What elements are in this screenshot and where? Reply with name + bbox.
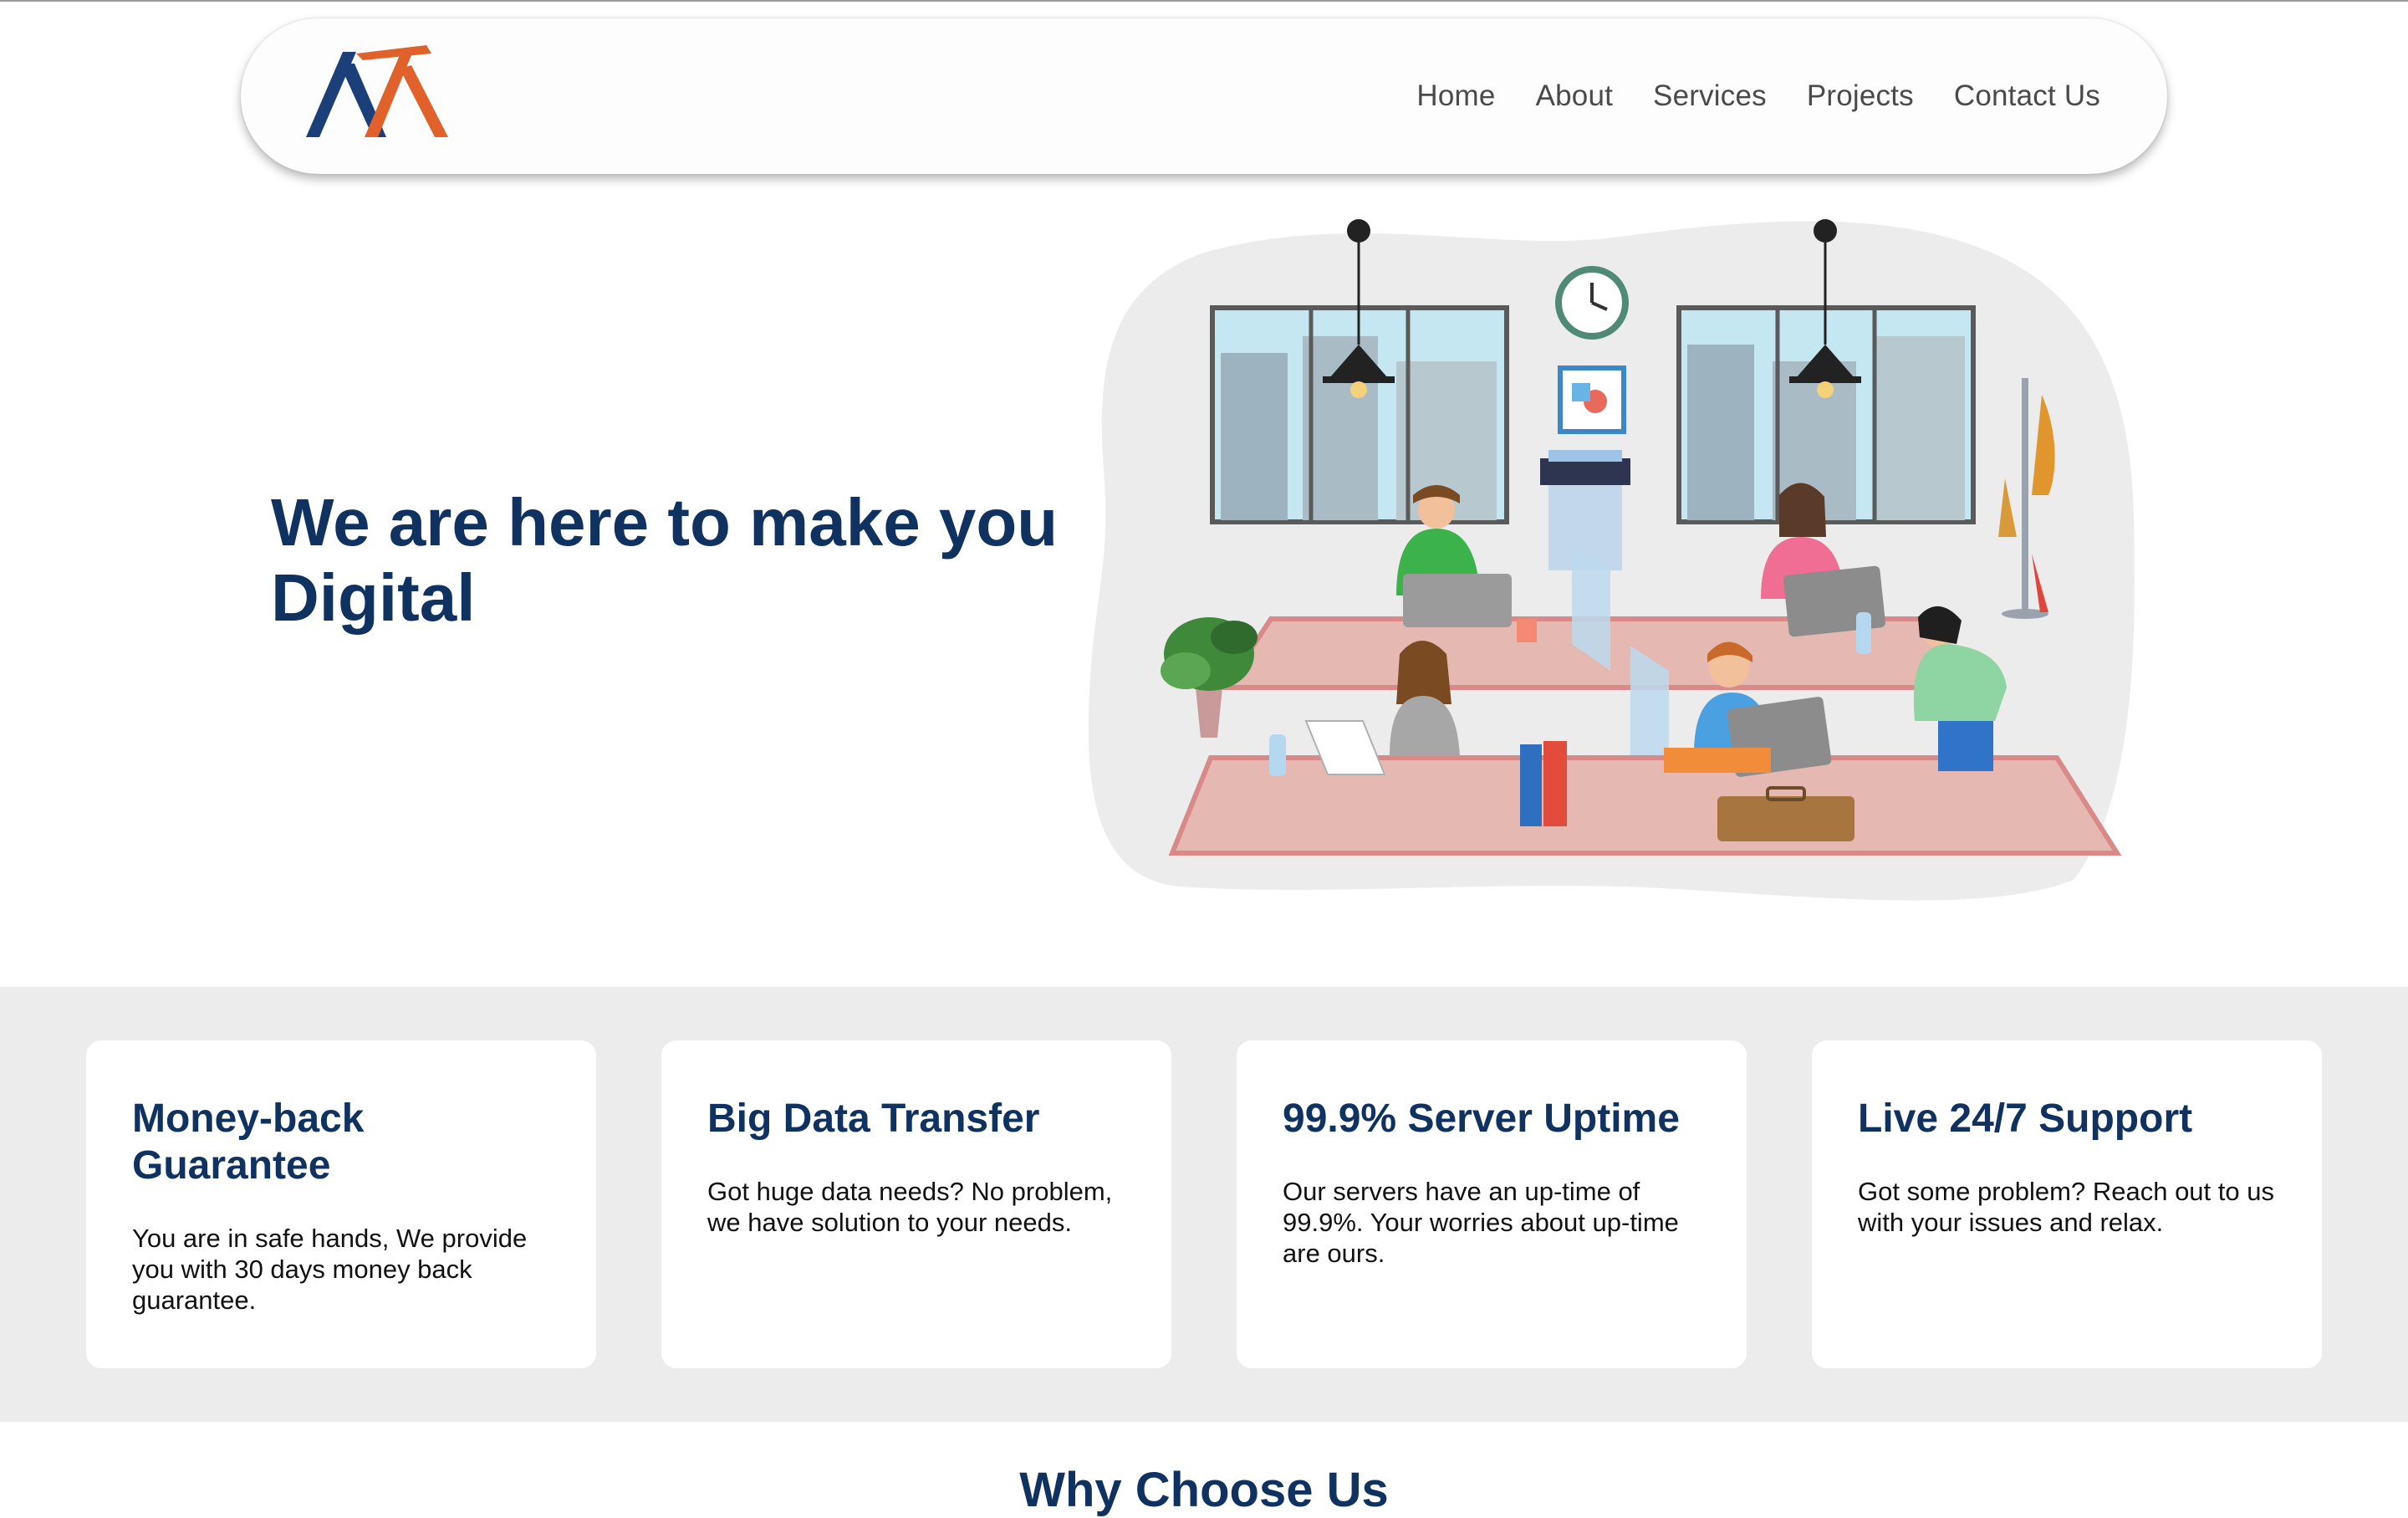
feature-title: Live 24/7 Support <box>1858 1096 2193 1141</box>
company-logo[interactable] <box>306 43 448 137</box>
why-choose-us-heading: Why Choose Us <box>1019 1463 1389 1517</box>
nav-about[interactable]: About <box>1536 79 1613 113</box>
office-illustration <box>1088 219 2135 901</box>
feature-title: Money-back Guarantee <box>132 1096 365 1188</box>
feature-card-uptime: 99.9% Server Uptime Our servers have an … <box>1237 1040 1747 1368</box>
feature-text: Our servers have an up-time of 99.9%. Yo… <box>1283 1177 1679 1268</box>
feature-card-support: Live 24/7 Support Got some problem? Reac… <box>1812 1040 2322 1368</box>
main-nav: Home About Services Projects Contact Us <box>1416 18 2100 174</box>
top-border <box>0 0 2408 2</box>
hero-title-line2: Digital <box>271 560 476 635</box>
hero-title: We are here to make you Digital <box>271 485 1074 636</box>
nav-home[interactable]: Home <box>1416 79 1495 113</box>
hero-title-line1: We are here to make you <box>271 485 1059 560</box>
feature-text: Got huge data needs? No problem, we have… <box>707 1177 1113 1237</box>
nav-contact-us[interactable]: Contact Us <box>1954 79 2100 113</box>
feature-text: You are in safe hands, We provide you wi… <box>132 1224 528 1315</box>
feature-text: Got some problem? Reach out to us with y… <box>1858 1177 2274 1237</box>
feature-title: 99.9% Server Uptime <box>1283 1096 1680 1141</box>
features-section: Money-back Guarantee You are in safe han… <box>0 987 2408 1422</box>
feature-card-big-data: Big Data Transfer Got huge data needs? N… <box>661 1040 1171 1368</box>
navbar: Home About Services Projects Contact Us <box>241 18 2167 174</box>
feature-card-money-back: Money-back Guarantee You are in safe han… <box>86 1040 596 1368</box>
feature-title: Big Data Transfer <box>707 1096 1040 1141</box>
nav-projects[interactable]: Projects <box>1807 79 1914 113</box>
nav-services[interactable]: Services <box>1653 79 1767 113</box>
